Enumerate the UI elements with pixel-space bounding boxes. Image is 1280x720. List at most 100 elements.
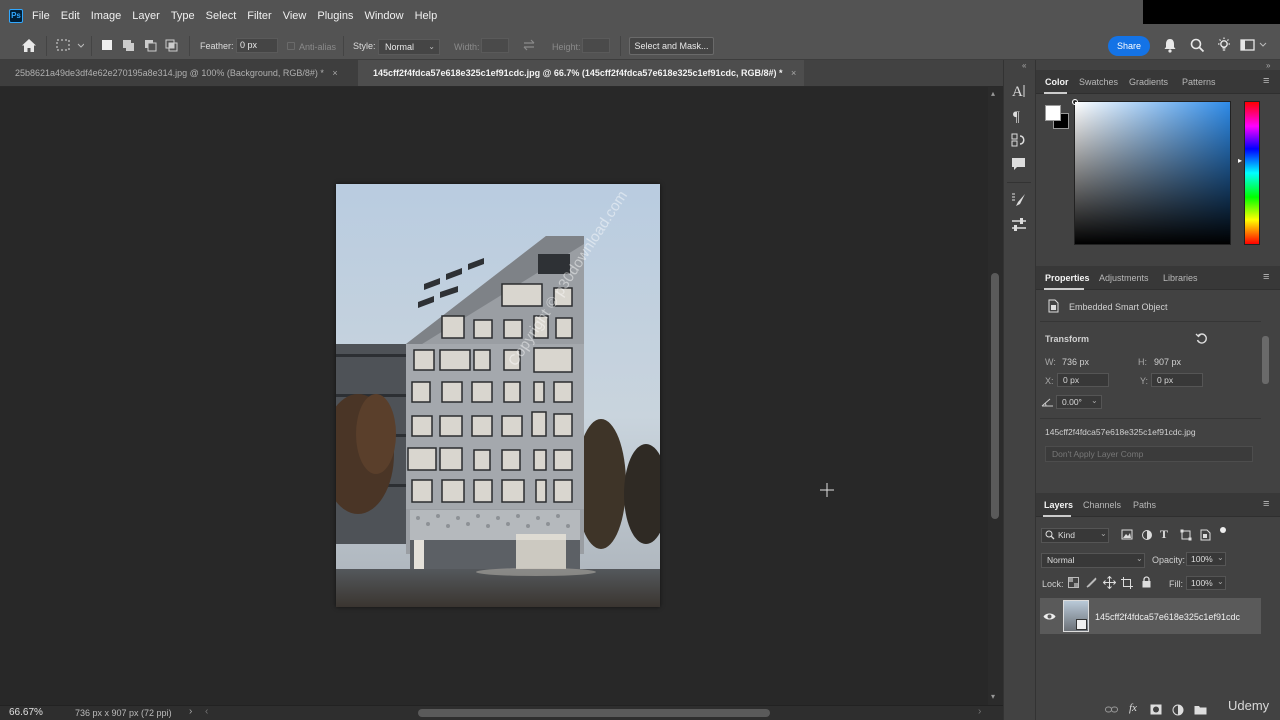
eye-visibility-icon[interactable] [1043,612,1056,621]
scroll-down-icon[interactable]: ▾ [991,692,995,701]
lock-all-icon[interactable] [1141,576,1152,588]
comments-panel-icon[interactable] [1009,155,1029,173]
style-select[interactable]: Normal ⌄ [378,39,440,55]
character-panel-icon[interactable]: A [1009,82,1029,100]
menu-file[interactable]: File [32,10,50,22]
tab-gradients[interactable]: Gradients [1129,70,1168,94]
filter-pixel-layers-icon[interactable] [1121,529,1133,540]
link-layers-icon[interactable] [1105,704,1118,715]
opacity-input[interactable]: 100% ⌄ [1186,552,1226,566]
new-group-icon[interactable] [1194,704,1207,715]
discover-lightbulb-icon[interactable] [1216,37,1232,53]
menu-filter[interactable]: Filter [247,10,271,22]
tab-document-2-label: 145cff2f4fdca57e618e325c1ef91cdc.jpg @ 6… [373,68,783,78]
color-panel-menu-icon[interactable]: ≡ [1263,75,1269,87]
tab-adjustments[interactable]: Adjustments [1099,266,1149,290]
home-icon[interactable] [21,38,37,53]
status-menu-chevron-icon[interactable]: › [189,706,192,717]
tab-paths[interactable]: Paths [1133,493,1156,517]
blend-mode-select[interactable]: Normal ⌄ [1041,553,1145,568]
menu-view[interactable]: View [283,10,307,22]
bell-icon[interactable] [1163,38,1177,53]
feather-input[interactable]: 0 px [236,38,278,53]
menu-help[interactable]: Help [415,10,438,22]
menu-edit[interactable]: Edit [61,10,80,22]
properties-panel-menu-icon[interactable]: ≡ [1263,271,1269,283]
close-icon[interactable]: × [332,68,337,78]
width-value[interactable]: 736 px [1062,357,1089,367]
canvas-horizontal-scroll-thumb[interactable] [418,709,770,717]
menu-image[interactable]: Image [91,10,122,22]
tab-properties[interactable]: Properties [1045,266,1090,290]
tab-channels[interactable]: Channels [1083,493,1121,517]
y-position-input[interactable]: 0 px [1151,373,1203,387]
color-picker-marker[interactable] [1072,99,1078,105]
lock-transparency-icon[interactable] [1068,577,1079,588]
close-icon[interactable]: × [791,68,796,78]
menu-type[interactable]: Type [171,10,195,22]
height-input[interactable] [582,38,610,53]
share-button[interactable]: Share [1108,36,1150,56]
layer-effects-icon[interactable]: fx [1129,702,1137,714]
add-to-selection-icon[interactable] [122,39,136,52]
layers-panel-menu-icon[interactable]: ≡ [1263,498,1269,510]
tab-layers[interactable]: Layers [1044,493,1073,517]
color-picker-field[interactable] [1074,101,1231,245]
filter-shape-layers-icon[interactable] [1180,529,1192,541]
foreground-color-swatch[interactable] [1045,105,1061,121]
tab-libraries[interactable]: Libraries [1163,266,1198,290]
scroll-up-icon[interactable]: ▴ [991,89,995,98]
collapse-dock-icon[interactable]: » [1266,61,1270,70]
lock-artboard-icon[interactable] [1121,577,1133,589]
scroll-left-icon[interactable]: ‹ [205,706,208,717]
adjustment-layer-icon[interactable] [1172,704,1184,716]
tab-swatches[interactable]: Swatches [1079,70,1118,94]
lock-image-pixels-icon[interactable] [1086,577,1097,588]
x-position-input[interactable]: 0 px [1057,373,1109,387]
intersect-selection-icon[interactable] [165,39,179,52]
workspace-switcher-icon[interactable] [1240,39,1268,51]
layer-comp-select[interactable]: Don't Apply Layer Comp [1045,446,1253,462]
reset-transform-icon[interactable] [1195,332,1208,345]
tab-patterns[interactable]: Patterns [1182,70,1216,94]
filter-type-layers-icon[interactable]: T [1160,527,1168,542]
filter-smart-objects-icon[interactable] [1200,529,1211,541]
paragraph-panel-icon[interactable]: ¶ [1009,106,1029,124]
document-image[interactable] [336,184,660,607]
marquee-tool-icon[interactable] [56,39,84,52]
filter-toggle-icon[interactable] [1220,527,1226,533]
lock-position-icon[interactable] [1103,576,1116,589]
tab-document-2[interactable]: 145cff2f4fdca57e618e325c1ef91cdc.jpg @ 6… [358,60,804,86]
menu-layer[interactable]: Layer [132,10,160,22]
layer-thumbnail[interactable] [1063,600,1089,632]
adjustment-sliders-icon[interactable] [1009,216,1029,234]
new-selection-icon[interactable] [101,39,114,52]
filter-adjustment-layers-icon[interactable] [1141,529,1153,541]
tab-color[interactable]: Color [1045,70,1069,94]
layer-name[interactable]: 145cff2f4fdca57e618e325c1ef91cdc [1095,612,1240,622]
tab-document-1[interactable]: 25b8621a49de3df4e62e270195a8e314.jpg @ 1… [0,60,358,86]
layer-mask-icon[interactable] [1150,704,1162,715]
properties-scroll-thumb[interactable] [1262,336,1269,384]
scroll-right-icon[interactable]: › [978,706,981,717]
width-input[interactable] [481,38,509,53]
hue-slider-handle-icon[interactable]: ▸ [1238,156,1242,165]
subtract-from-selection-icon[interactable] [144,39,158,52]
collapse-panels-icon[interactable]: « [1022,61,1026,70]
fill-input[interactable]: 100% ⌄ [1186,576,1226,590]
glyphs-panel-icon[interactable] [1009,131,1029,149]
angle-select[interactable]: 0.00° ⌄ [1056,395,1102,409]
menu-plugins[interactable]: Plugins [317,10,353,22]
canvas-vertical-scroll-thumb[interactable] [991,273,999,519]
zoom-level[interactable]: 66.67% [9,707,43,718]
menu-select[interactable]: Select [206,10,237,22]
height-value[interactable]: 907 px [1154,357,1181,367]
anti-alias-checkbox[interactable] [287,42,295,50]
brush-settings-icon[interactable] [1009,191,1029,209]
search-icon[interactable] [1190,38,1205,53]
swap-dimensions-icon[interactable] [522,39,536,51]
layer-filter-select[interactable]: Kind ⌄ [1041,528,1109,543]
select-and-mask-button[interactable]: Select and Mask... [629,37,714,55]
menu-window[interactable]: Window [364,10,403,22]
hue-slider[interactable] [1244,101,1260,245]
